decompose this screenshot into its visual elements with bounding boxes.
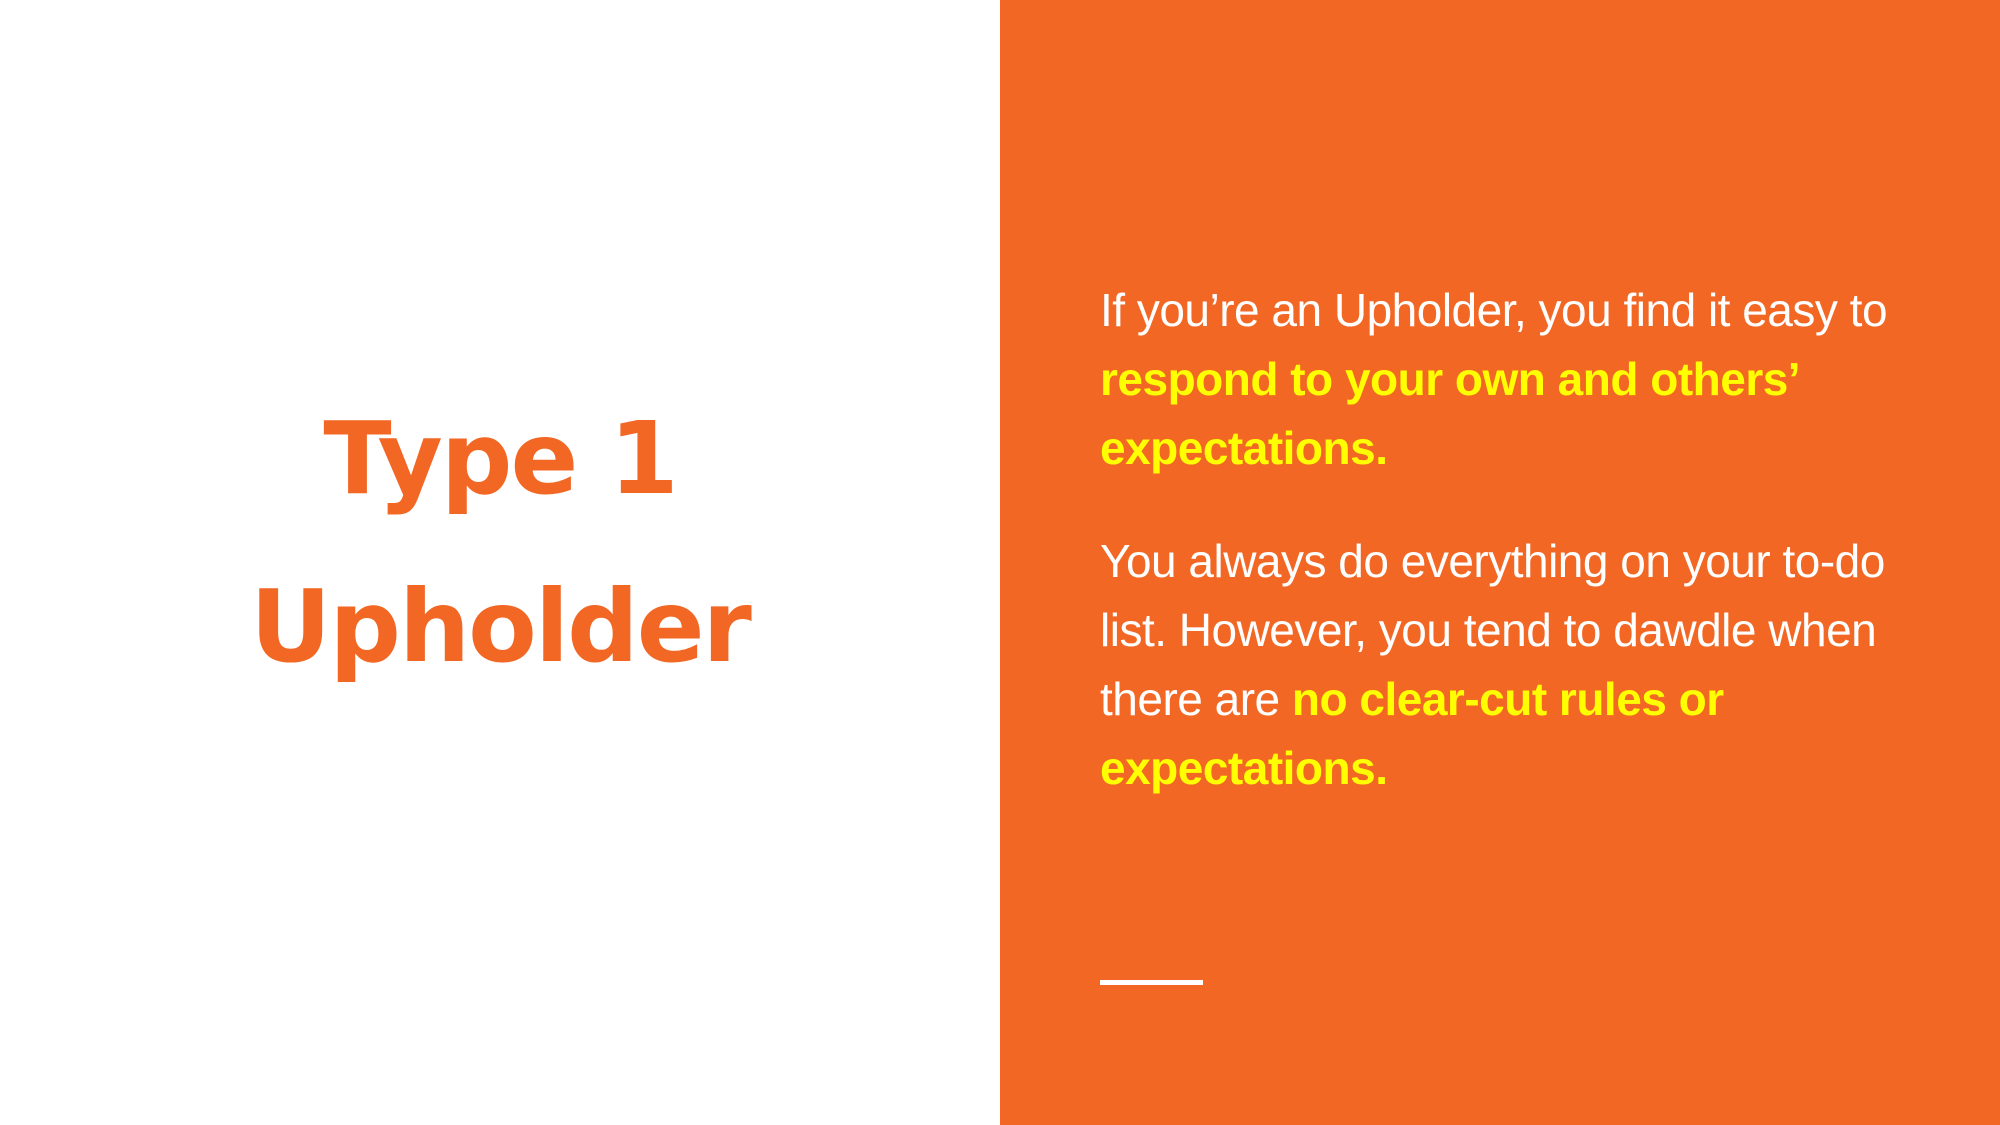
title-line-upholder: Upholder [250, 568, 752, 685]
body-text: If you’re an Upholder, you find it easy … [1100, 276, 1940, 847]
title-line-type: Type 1 [323, 400, 678, 517]
slide-title: Type 1 Upholder [0, 375, 1000, 711]
paragraph-1-highlight: respond to your own and others’ expectat… [1100, 353, 1798, 474]
accent-divider [1100, 980, 1203, 985]
paragraph-1-text: If you’re an Upholder, you find it easy … [1100, 284, 1888, 336]
slide: Type 1 Upholder If you’re an Upholder, y… [0, 0, 2000, 1125]
paragraph-1: If you’re an Upholder, you find it easy … [1100, 276, 1940, 483]
right-panel: If you’re an Upholder, you find it easy … [1000, 0, 2000, 1125]
paragraph-2: You always do everything on your to-do l… [1100, 527, 1940, 803]
left-panel: Type 1 Upholder [0, 0, 1000, 1125]
